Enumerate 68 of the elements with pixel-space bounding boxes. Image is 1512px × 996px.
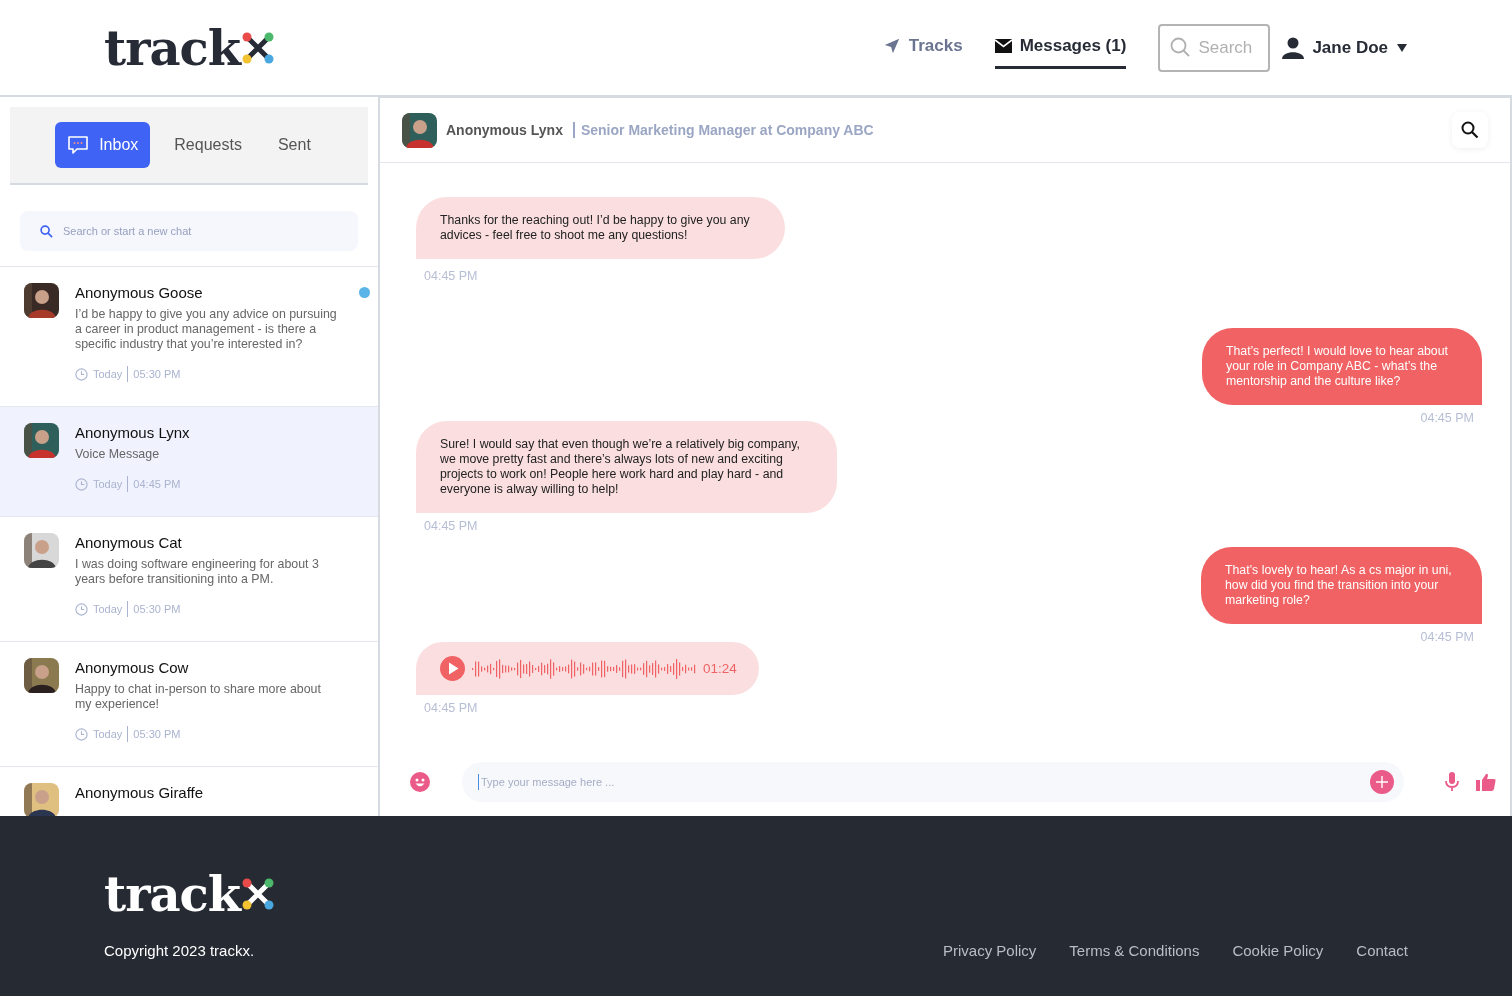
clock-icon bbox=[75, 367, 88, 381]
caret-icon bbox=[1396, 42, 1408, 53]
thumbs-up-icon[interactable] bbox=[1476, 773, 1496, 791]
message-time: 04:45 PM bbox=[424, 269, 478, 283]
message-preview: I’d be happy to give you any advice on pursuing a career in product management - is there a specific industry that you’re interested in? bbox=[75, 307, 337, 352]
contact-name: Anonymous Goose bbox=[75, 284, 204, 301]
sent-message: That’s perfect! I would love to hear about your role in Company ABC - what’s the mentorship and the culture like? bbox=[1202, 328, 1482, 405]
message-day: Today bbox=[93, 603, 123, 615]
clock-icon bbox=[75, 477, 88, 491]
message-time: 04:45 PM bbox=[424, 701, 478, 715]
nav-link[interactable]: Tracks bbox=[882, 26, 963, 69]
clock-icon bbox=[75, 602, 88, 616]
contact-name: Anonymous Cat bbox=[75, 534, 183, 551]
message-time: 05:30 PM bbox=[133, 728, 181, 740]
clock-icon bbox=[75, 727, 88, 741]
user-icon bbox=[1282, 36, 1305, 59]
tab[interactable]: Sent bbox=[265, 122, 323, 168]
search-icon bbox=[1461, 121, 1479, 139]
microphone-icon[interactable] bbox=[1444, 772, 1460, 792]
search-icon bbox=[1170, 36, 1191, 57]
x-mark-icon bbox=[241, 877, 276, 911]
emoji-icon[interactable] bbox=[410, 772, 430, 792]
tab[interactable]: Inbox bbox=[55, 122, 151, 168]
logo-text: track bbox=[104, 866, 241, 922]
tab[interactable]: Requests bbox=[162, 122, 254, 168]
chat-list-item[interactable]: Anonymous Lynx Voice Message Today 04:45 PM bbox=[0, 406, 378, 516]
message-preview: Happy to chat in-person to share more about my experience! bbox=[75, 682, 322, 712]
message-day: Today bbox=[93, 368, 123, 380]
message-day: Today bbox=[93, 728, 123, 740]
user-menu[interactable]: Jane Doe bbox=[1282, 36, 1408, 59]
nav-link[interactable]: Messages (1) bbox=[994, 26, 1127, 69]
x-mark-icon bbox=[241, 30, 276, 65]
contact-name: Anonymous Cow bbox=[75, 659, 190, 676]
message-time: 04:45 PM bbox=[424, 519, 478, 533]
sent-message: That’s lovely to hear! As a cs major in uni, how did you find the transition into your marketing role? bbox=[1201, 547, 1482, 624]
message-time: 04:45 PM bbox=[133, 478, 181, 490]
message-time: 05:30 PM bbox=[133, 368, 181, 380]
message-time: 04:45 PM bbox=[1420, 630, 1474, 644]
contact-name: Anonymous Lynx bbox=[75, 424, 191, 441]
message-time: 05:30 PM bbox=[133, 603, 181, 615]
voice-duration: 01:24 bbox=[703, 661, 737, 676]
message-time: 04:45 PM bbox=[1420, 411, 1474, 425]
contact-name: Anonymous Giraffe bbox=[75, 784, 205, 801]
contact-role: Senior Marketing Manager at Company ABC bbox=[572, 122, 874, 138]
search-button[interactable] bbox=[1452, 112, 1488, 148]
chat-list-item[interactable]: Anonymous Cow Happy to chat in-person to share more about my experience! Today 05:30 PM bbox=[0, 641, 378, 766]
search-icon bbox=[40, 225, 53, 238]
search-field[interactable]: Search bbox=[1158, 23, 1271, 72]
copyright-text: Copyright 2023 trackx. bbox=[104, 942, 255, 959]
contact-name: Anonymous Lynx bbox=[446, 122, 563, 138]
message-preview: Voice Message bbox=[75, 447, 161, 462]
message-input[interactable]: Type your message here ... bbox=[462, 762, 1404, 802]
envelope-icon bbox=[994, 39, 1012, 53]
footer-link[interactable]: Cookie Policy bbox=[1232, 942, 1324, 959]
footer-link[interactable]: Terms & Conditions bbox=[1069, 942, 1200, 959]
message-day: Today bbox=[93, 478, 123, 490]
footer-link[interactable]: Contact bbox=[1356, 942, 1408, 959]
chat-bubble-icon bbox=[67, 135, 90, 155]
add-icon[interactable] bbox=[1370, 770, 1394, 794]
chat-list-item[interactable]: Anonymous Cat I was doing software engineering for about 3 years before transitioning into a PM. Today 05:30 PM bbox=[0, 516, 378, 641]
text-cursor bbox=[478, 774, 479, 790]
received-message: Thanks for the reaching out! I’d be happy to give you any advices - feel free to shoot me any questions! bbox=[416, 197, 785, 259]
footer-link[interactable]: Privacy Policy bbox=[943, 942, 1037, 959]
message-preview: I was doing software engineering for about 3 years before transitioning into a PM. bbox=[75, 557, 320, 587]
play-button[interactable] bbox=[440, 656, 465, 681]
logo-text: track bbox=[104, 19, 241, 76]
received-message: Sure! I would say that even though we’re a relatively big company, we move pretty fast and there’s always lots of new and exciting projects to work on! People here work hard and play hard - and everyone is alway willing to help! bbox=[416, 421, 837, 513]
search-field[interactable]: Search or start a new chat bbox=[20, 211, 358, 251]
